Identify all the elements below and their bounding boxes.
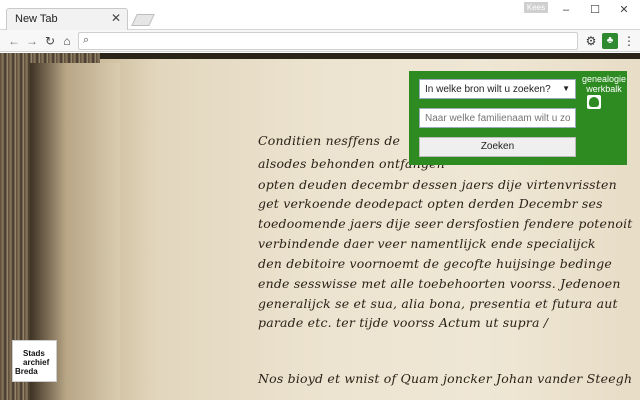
search-button[interactable]: Zoeken (419, 137, 576, 157)
archive-logo-line2: archief (23, 358, 50, 367)
search-icon: ⌕ (83, 34, 90, 46)
reload-icon[interactable]: ↻ (42, 33, 58, 49)
arrow-left-icon[interactable]: ← (6, 33, 22, 49)
manuscript-line: parade etc. ter tijde voorss Actum ut su… (258, 315, 549, 330)
profile-button[interactable]: Kees (524, 2, 548, 13)
caret-down-icon: ▼ (562, 84, 570, 93)
arrow-right-icon[interactable]: → (24, 33, 40, 49)
gear-icon[interactable]: ⚙ (583, 33, 599, 49)
manuscript-line: Nos bioyd et wnist of Quam joncker Johan… (258, 371, 633, 386)
tree-icon[interactable]: ♣ (602, 33, 618, 49)
archive-logo-line3: Breda (15, 367, 38, 376)
manuscript-line: den debitoire voornoemt de gecofte huijs… (258, 256, 613, 271)
browser-toolbar: ← → ↻ ⌂ ⌕ ⚙ ♣ ⋮ (0, 30, 640, 52)
tab-new-tab[interactable]: New Tab ✕ (6, 8, 128, 30)
title-bar: New Tab ✕ Kees – ☐ ✕ (0, 0, 640, 30)
manuscript-line: verbindende daer veer namentlijck ende s… (258, 236, 596, 251)
toolbar-brand: genealogie werkbalk (581, 74, 627, 94)
manuscript-line: generalijck se et sua, alia bona, presen… (258, 296, 618, 311)
archive-logo: Stads archief Breda (12, 340, 57, 382)
manuscript-line: Conditien nesffens de (258, 133, 401, 148)
kebab-menu-icon[interactable]: ⋮ (621, 33, 637, 49)
home-icon[interactable]: ⌂ (59, 33, 75, 49)
close-icon[interactable]: ✕ (111, 11, 121, 25)
source-select-label: In welke bron wilt u zoeken? (425, 84, 551, 95)
manuscript-line: toedoomende jaers dije seer dersfostien … (258, 216, 633, 231)
manuscript-line: opten deuden decembr dessen jaers dije v… (258, 177, 617, 192)
manuscript-line: get verkoende deodepact opten derden Dec… (258, 196, 603, 211)
minimize-icon[interactable]: – (556, 3, 576, 17)
genealogy-toolbar-panel: In welke bron wilt u zoeken? ▼ Zoeken ge… (409, 71, 627, 165)
maximize-icon[interactable]: ☐ (585, 3, 605, 17)
window-close-icon[interactable]: ✕ (614, 3, 634, 17)
address-bar[interactable]: ⌕ (78, 32, 578, 50)
archive-logo-line1: Stads (23, 349, 45, 358)
tab-title: New Tab (15, 13, 58, 25)
address-input[interactable] (97, 34, 572, 48)
tree-logo-icon (587, 95, 601, 109)
manuscript-line: ende sesswisse met alle toebehoorten voo… (258, 276, 621, 291)
source-select[interactable]: In welke bron wilt u zoeken? ▼ (419, 79, 576, 99)
new-tab-button[interactable] (131, 14, 155, 26)
surname-input[interactable] (419, 108, 576, 128)
